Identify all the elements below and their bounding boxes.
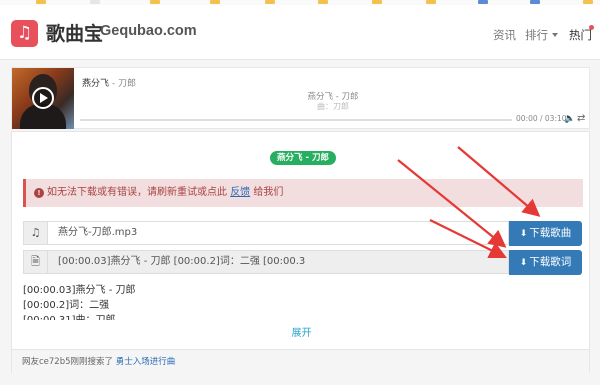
recent-search-link[interactable]: 勇士入场进行曲 <box>116 357 176 367</box>
download-icon: ⬇ <box>519 258 528 268</box>
speaker-icon[interactable]: 🔈 <box>564 114 575 124</box>
expand-lyrics-link[interactable]: 展开 <box>12 324 591 339</box>
play-icon[interactable] <box>32 87 54 109</box>
player-lyric-next: 曲：刀郎 <box>317 102 349 111</box>
download-panel: 燕分飞 - 刀郎 ! 如无法下载或有错误，请刷新重试或点此 反馈 给我们 ♫ 燕分… <box>11 131 590 373</box>
nav-item-hot[interactable]: 热门 <box>569 27 592 43</box>
mp3-file-row: ♫ 燕分飞-刀郎.mp3 <box>23 221 509 245</box>
player-time: 00:00 / 03:10 <box>516 114 567 123</box>
site-domain-text[interactable]: Gequbao.com <box>100 23 197 39</box>
nav-item-news[interactable]: 资讯 <box>493 27 516 43</box>
audio-player: 燕分飞 - 刀郎 燕分飞 - 刀郎 曲：刀郎 00:00 / 03:10 🔈 ⇄ <box>11 67 590 129</box>
recent-search-footer: 网友ce72b5刚刚搜索了 勇士入场进行曲 <box>12 349 589 373</box>
player-song-title: 燕分飞 - 刀郎 <box>82 79 136 89</box>
lyric-line: [00:00.31]曲：刀郎 <box>23 311 116 320</box>
info-icon: ! <box>34 188 44 198</box>
music-note-icon[interactable]: ♫ <box>11 20 38 47</box>
player-progress-bar[interactable] <box>80 119 512 121</box>
mp3-filename-field[interactable]: 燕分飞-刀郎.mp3 <box>58 222 506 244</box>
top-navbar: ♫ 歌曲宝 Gequbao.com 资讯 排行 热门 <box>0 5 600 60</box>
song-title-badge: 燕分飞 - 刀郎 <box>270 151 336 165</box>
site-logo-text[interactable]: 歌曲宝 <box>46 19 103 46</box>
lyrics-file-row: 🗎 [00:00.03]燕分飞 - 刀郎 [00:00.2]词：二强 [00:0… <box>23 250 509 274</box>
album-cover <box>12 68 74 129</box>
download-icon: ⬇ <box>519 229 528 239</box>
loop-icon[interactable]: ⇄ <box>577 113 585 124</box>
nav-item-ranking[interactable]: 排行 <box>525 27 558 43</box>
download-lyrics-button[interactable]: ⬇ 下载歌词 <box>509 250 582 275</box>
download-song-button[interactable]: ⬇ 下载歌曲 <box>509 221 582 246</box>
error-alert: ! 如无法下载或有错误，请刷新重试或点此 反馈 给我们 <box>23 179 583 207</box>
lyric-line: [00:00.2]词：二强 <box>23 300 110 311</box>
music-note-icon: ♫ <box>24 222 48 244</box>
lyrics-preview-field[interactable]: [00:00.03]燕分飞 - 刀郎 [00:00.2]词：二强 [00:00.… <box>58 251 506 273</box>
notification-dot <box>589 25 594 30</box>
lyric-line: [00:00.03]燕分飞 - 刀郎 <box>23 285 136 296</box>
chevron-down-icon <box>552 33 558 37</box>
file-icon: 🗎 <box>24 251 48 273</box>
feedback-link[interactable]: 反馈 <box>230 187 250 198</box>
